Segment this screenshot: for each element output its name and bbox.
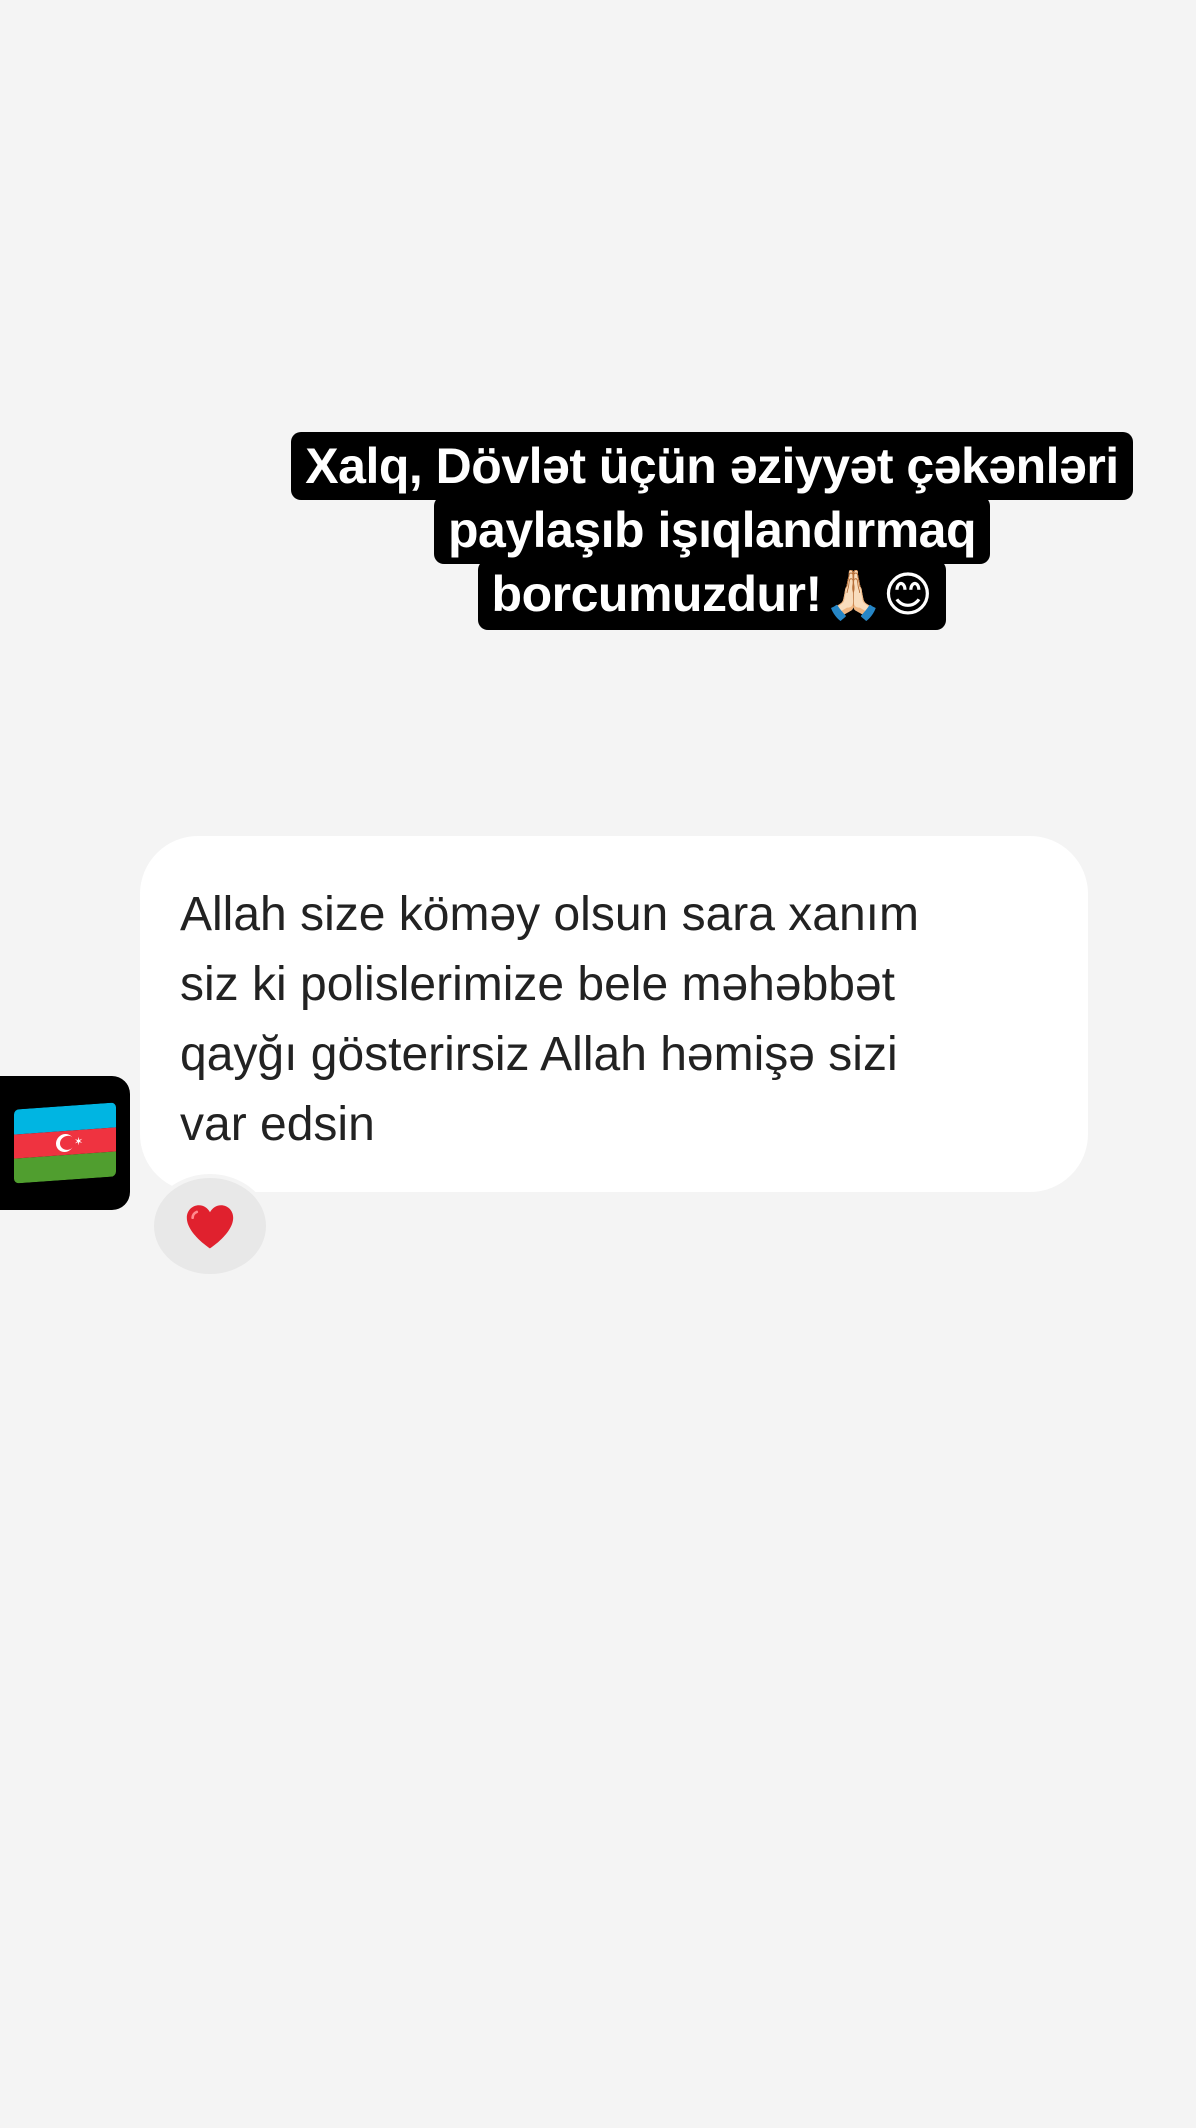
comment-bubble: Allah size köməy olsun sara xanım siz ki…	[140, 836, 1088, 1192]
praying-smile-emoji: 🙏🏻😊	[823, 569, 933, 622]
azerbaijan-flag-icon: ✶	[14, 1102, 116, 1184]
flag-badge: ✶	[0, 1076, 130, 1210]
story-caption: Xalq, Dövlət üçün əziyyət çəkənləri payl…	[255, 432, 1169, 630]
heart-icon	[186, 1205, 234, 1249]
caption-line-3: borcumuzdur!🙏🏻😊	[477, 560, 947, 630]
comment-text: Allah size köməy olsun sara xanım siz ki…	[180, 888, 919, 1151]
heart-reaction[interactable]	[150, 1174, 270, 1278]
caption-line-1: Xalq, Dövlət üçün əziyyət çəkənləri	[291, 432, 1133, 500]
caption-line-2: paylaşıb işıqlandırmaq	[433, 496, 991, 564]
caption-line-3-text: borcumuzdur!	[491, 566, 823, 622]
